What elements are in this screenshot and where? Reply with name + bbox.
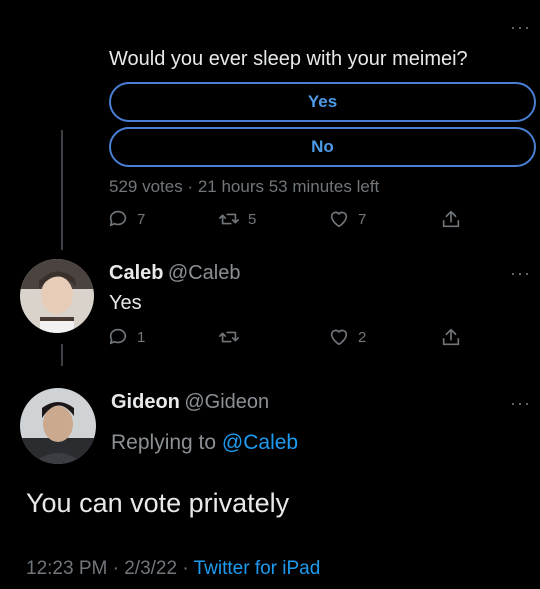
retweet-count: 5	[248, 210, 257, 228]
meta-separator: ·	[112, 558, 119, 579]
like-button[interactable]: 7	[328, 208, 366, 230]
share-button[interactable]	[440, 326, 462, 348]
heart-icon	[330, 211, 348, 228]
reply-button[interactable]: 7	[107, 208, 145, 230]
poll-option-no[interactable]: No	[109, 127, 536, 167]
poll-option-yes[interactable]: Yes	[109, 82, 536, 122]
reply-icon	[109, 328, 127, 345]
replying-to-link[interactable]: @Caleb	[222, 431, 298, 454]
share-icon	[442, 328, 460, 346]
like-button[interactable]: 2	[328, 326, 366, 348]
retweet-button[interactable]: 5	[218, 208, 256, 230]
poll-question: Would you ever sleep with your meimei?	[109, 48, 468, 70]
reply-header: Caleb @Caleb	[109, 262, 240, 285]
tweet-date[interactable]: 2/3/22	[124, 558, 177, 579]
avatar[interactable]	[20, 388, 96, 464]
poll-option-label: Yes	[307, 92, 338, 111]
more-icon[interactable]: ···	[510, 18, 531, 36]
poll-meta: 529 votes · 21 hours 53 minutes left	[109, 177, 380, 196]
poll-option-label: No	[311, 137, 334, 156]
caleb-avatar-image	[20, 259, 94, 333]
tweet-text: You can vote privately	[26, 488, 290, 518]
share-button[interactable]	[440, 208, 462, 230]
thread-connector	[61, 344, 63, 366]
replying-to: Replying to @Caleb	[111, 431, 298, 455]
reply-count: 7	[137, 210, 146, 228]
display-name[interactable]: Gideon	[111, 391, 180, 413]
user-handle[interactable]: @Gideon	[184, 391, 269, 413]
reply-button[interactable]: 1	[107, 326, 145, 348]
retweet-button[interactable]	[218, 326, 248, 348]
user-handle[interactable]: @Caleb	[168, 262, 241, 284]
more-icon[interactable]: ···	[510, 264, 531, 282]
like-count: 2	[358, 328, 367, 346]
like-count: 7	[358, 210, 367, 228]
thread-connector	[61, 130, 63, 250]
tweet-thread: ··· Would you ever sleep with your meime…	[0, 0, 540, 589]
avatar[interactable]	[20, 259, 94, 333]
reply-icon	[109, 210, 127, 227]
display-name[interactable]: Caleb	[109, 262, 163, 284]
more-icon[interactable]: ···	[510, 394, 531, 412]
tweet-source[interactable]: Twitter for iPad	[194, 558, 321, 579]
retweet-icon	[219, 213, 239, 225]
share-icon	[442, 210, 460, 228]
tweet-time[interactable]: 12:23 PM	[26, 558, 107, 579]
meta-separator: ·	[182, 558, 189, 579]
replying-prefix: Replying to	[111, 431, 222, 454]
heart-icon	[330, 329, 348, 346]
tweet-text: Yes	[109, 292, 142, 314]
gideon-avatar-image	[20, 388, 96, 464]
reply-count: 1	[137, 328, 146, 346]
tweet-header: Gideon @Gideon	[111, 391, 269, 414]
tweet-timestamp: 12:23 PM · 2/3/22 · Twitter for iPad	[26, 558, 320, 580]
retweet-icon	[219, 331, 239, 343]
